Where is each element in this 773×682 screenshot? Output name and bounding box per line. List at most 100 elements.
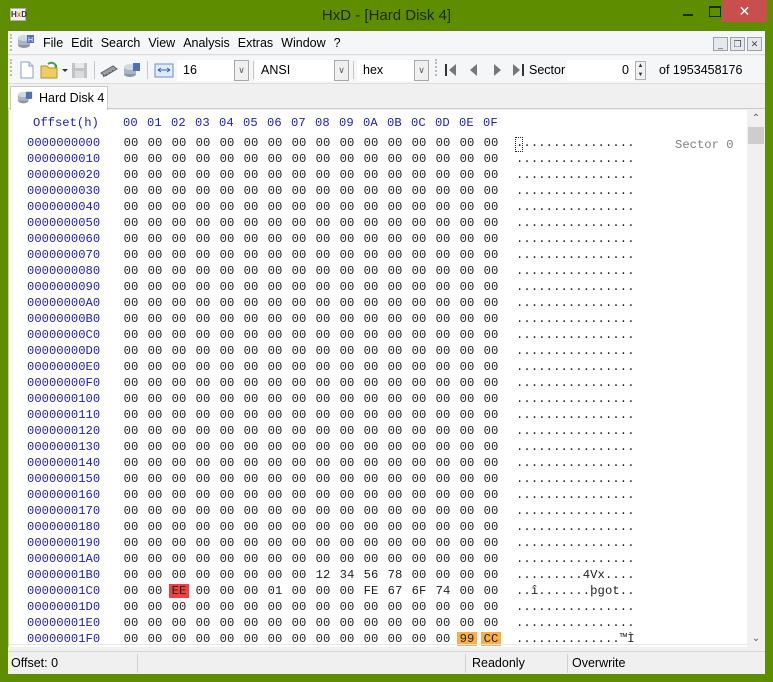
hex-byte[interactable]: 00 (409, 376, 429, 390)
hex-byte[interactable]: 00 (313, 328, 333, 342)
ascii-text[interactable]: ................ (516, 536, 635, 550)
hex-byte[interactable]: 00 (409, 408, 429, 422)
hex-byte[interactable]: 00 (361, 168, 381, 182)
hex-byte[interactable]: 00 (361, 456, 381, 470)
hex-byte[interactable]: 00 (481, 328, 501, 342)
hex-byte[interactable]: 00 (121, 616, 141, 630)
chevron-down-icon[interactable]: ∨ (414, 60, 429, 81)
hex-byte[interactable]: 00 (481, 408, 501, 422)
toolbar-grip[interactable] (435, 59, 438, 76)
hex-byte[interactable]: 00 (481, 488, 501, 502)
hex-byte[interactable]: 00 (217, 312, 237, 326)
hex-byte[interactable]: 34 (337, 568, 357, 582)
hex-byte[interactable]: 00 (337, 344, 357, 358)
ascii-text[interactable]: ................ (516, 168, 635, 182)
hex-byte[interactable]: 00 (217, 616, 237, 630)
menu-view[interactable]: View (144, 35, 179, 51)
hex-byte[interactable]: 00 (217, 488, 237, 502)
hex-byte[interactable]: 00 (337, 472, 357, 486)
hex-byte[interactable]: 00 (409, 392, 429, 406)
hex-byte[interactable]: 00 (265, 456, 285, 470)
hex-byte[interactable]: 00 (481, 376, 501, 390)
hex-byte[interactable]: 00 (193, 552, 213, 566)
first-sector-icon[interactable] (444, 63, 458, 77)
hex-byte[interactable]: 00 (313, 472, 333, 486)
hex-byte[interactable]: 00 (481, 248, 501, 262)
hex-byte[interactable]: 00 (481, 264, 501, 278)
hex-byte[interactable]: 00 (241, 424, 261, 438)
hex-byte[interactable]: 00 (337, 312, 357, 326)
ascii-text[interactable]: ................ (516, 136, 635, 150)
hex-byte[interactable]: 00 (337, 584, 357, 598)
hex-byte[interactable]: 00 (193, 264, 213, 278)
hex-byte[interactable]: 00 (385, 168, 405, 182)
hex-byte[interactable]: 00 (241, 136, 261, 150)
hex-byte[interactable]: 00 (337, 168, 357, 182)
hex-byte[interactable]: 00 (265, 248, 285, 262)
hex-byte[interactable]: 00 (313, 520, 333, 534)
close-button[interactable]: ✕ (722, 0, 767, 22)
hex-byte[interactable]: 00 (337, 440, 357, 454)
hex-byte[interactable]: 00 (169, 408, 189, 422)
hex-byte[interactable]: 00 (385, 184, 405, 198)
hex-byte[interactable]: 00 (337, 280, 357, 294)
hex-byte[interactable]: 00 (121, 296, 141, 310)
hex-byte[interactable]: 00 (217, 200, 237, 214)
hex-byte[interactable]: 00 (433, 488, 453, 502)
status-overwrite[interactable]: Overwrite (572, 656, 625, 670)
hex-byte[interactable]: 00 (409, 456, 429, 470)
hex-byte[interactable]: 00 (385, 344, 405, 358)
hex-byte[interactable]: 00 (121, 280, 141, 294)
hex-byte[interactable]: 00 (457, 600, 477, 614)
hex-byte[interactable]: 00 (337, 616, 357, 630)
hex-byte[interactable]: 00 (361, 232, 381, 246)
hex-byte[interactable]: 00 (193, 136, 213, 150)
ascii-text[interactable]: ................ (516, 424, 635, 438)
hex-byte[interactable]: 00 (313, 456, 333, 470)
hex-byte[interactable]: 00 (313, 200, 333, 214)
hex-byte[interactable]: 00 (289, 168, 309, 182)
hex-byte[interactable]: 00 (433, 232, 453, 246)
hex-byte[interactable]: 00 (313, 552, 333, 566)
hex-byte[interactable]: 00 (169, 184, 189, 198)
hex-byte[interactable]: 00 (361, 136, 381, 150)
hex-byte[interactable]: 00 (169, 520, 189, 534)
hex-byte[interactable]: 00 (481, 344, 501, 358)
hex-byte[interactable]: 00 (457, 456, 477, 470)
hex-byte[interactable]: 00 (337, 264, 357, 278)
hex-byte[interactable]: 00 (265, 568, 285, 582)
hex-editor[interactable]: Offset(h) 00 01 02 03 04 05 06 07 08 09 0A 0B 0C 0D 0E… (8, 110, 765, 647)
hex-byte[interactable]: 00 (313, 232, 333, 246)
hex-byte[interactable]: 00 (361, 472, 381, 486)
hex-byte[interactable]: 00 (265, 280, 285, 294)
hex-byte[interactable]: 00 (313, 312, 333, 326)
hex-byte[interactable]: 00 (169, 232, 189, 246)
hex-byte[interactable]: 00 (145, 440, 165, 454)
hex-byte[interactable]: 00 (457, 344, 477, 358)
hex-byte[interactable]: 00 (241, 440, 261, 454)
hex-byte[interactable]: 00 (265, 600, 285, 614)
sector-spinner[interactable]: ▲ ▼ (635, 61, 646, 80)
hex-byte[interactable]: 00 (193, 184, 213, 198)
mdi-restore-button[interactable]: ❐ (730, 37, 745, 51)
hex-byte[interactable]: 00 (145, 200, 165, 214)
hex-byte[interactable]: 00 (193, 440, 213, 454)
hex-byte[interactable]: 00 (241, 600, 261, 614)
hex-byte[interactable]: 00 (313, 264, 333, 278)
hex-byte[interactable]: 00 (361, 280, 381, 294)
hex-byte[interactable]: 00 (289, 232, 309, 246)
hex-byte[interactable]: 00 (409, 312, 429, 326)
hex-byte[interactable]: 00 (433, 328, 453, 342)
hex-byte[interactable]: 00 (265, 536, 285, 550)
hex-byte[interactable]: 00 (121, 200, 141, 214)
hex-byte[interactable]: 00 (409, 280, 429, 294)
hex-byte[interactable]: 00 (121, 184, 141, 198)
hex-byte[interactable]: 00 (481, 280, 501, 294)
hex-byte[interactable]: 00 (481, 296, 501, 310)
ascii-text[interactable]: ................ (516, 200, 635, 214)
hex-byte[interactable]: 00 (241, 248, 261, 262)
hex-byte[interactable]: 00 (241, 488, 261, 502)
hex-byte[interactable]: 00 (145, 616, 165, 630)
hex-byte[interactable]: 00 (217, 568, 237, 582)
hex-byte[interactable]: 00 (265, 136, 285, 150)
